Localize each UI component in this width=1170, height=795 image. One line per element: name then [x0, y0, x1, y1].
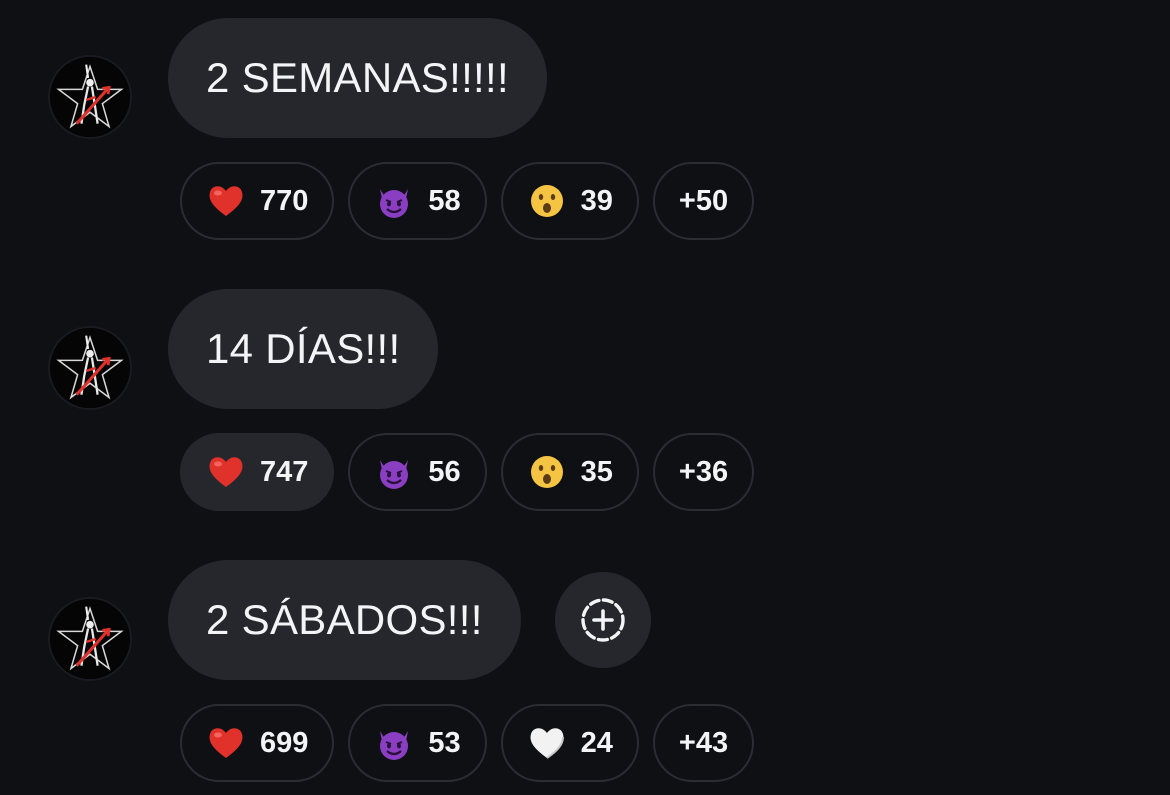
reactions-bar: 770 58 39 +50: [180, 162, 755, 240]
more-reactions-count: +36: [678, 455, 729, 488]
reaction-red-heart[interactable]: 770: [180, 162, 335, 240]
smiling-devil-icon: [380, 189, 409, 218]
red-heart-icon: [209, 186, 243, 216]
reactions-bar: 747 56 35 +36: [180, 433, 755, 511]
message-bubble[interactable]: 14 DÍAS!!!: [168, 289, 439, 409]
message-bubble[interactable]: 2 SEMANAS!!!!!: [168, 18, 547, 138]
red-heart-icon: [209, 728, 243, 758]
reaction-surprised-face[interactable]: 39: [500, 162, 639, 240]
smiling-devil-icon: [380, 460, 409, 489]
add-reaction-icon: [581, 598, 625, 642]
reaction-surprised-face[interactable]: 35: [500, 433, 639, 511]
surprised-face-icon: [530, 456, 563, 488]
message-text: 2 SEMANAS!!!!!: [206, 54, 509, 101]
avatar[interactable]: [48, 326, 132, 410]
more-reactions-button[interactable]: +36: [652, 433, 755, 511]
message-text: 14 DÍAS!!!: [206, 325, 401, 372]
avatar-image: [50, 57, 130, 137]
add-reaction-button[interactable]: [555, 572, 651, 668]
reaction-red-heart[interactable]: 747: [180, 433, 335, 511]
message-bubble[interactable]: 2 SÁBADOS!!!: [168, 560, 521, 680]
smiling-devil-icon: [380, 731, 409, 760]
white-heart-icon: [530, 728, 564, 759]
reaction-count: 58: [428, 184, 461, 217]
reaction-count: 39: [580, 184, 613, 217]
reaction-count: 24: [580, 726, 613, 759]
reaction-count: 699: [260, 726, 309, 759]
surprised-face-icon: [530, 185, 563, 217]
avatar[interactable]: [48, 55, 132, 139]
more-reactions-count: +50: [678, 184, 729, 217]
reaction-count: 53: [428, 726, 461, 759]
message-text: 2 SÁBADOS!!!: [206, 596, 483, 643]
reaction-count: 747: [260, 455, 309, 488]
reaction-red-heart[interactable]: 699: [180, 704, 335, 782]
avatar-image: [50, 328, 130, 408]
avatar[interactable]: [48, 597, 132, 681]
reaction-count: 770: [260, 184, 309, 217]
reaction-count: 56: [428, 455, 461, 488]
more-reactions-count: +43: [678, 726, 729, 759]
reactions-bar: 699 53 24 +43: [180, 704, 755, 782]
more-reactions-button[interactable]: +43: [652, 704, 755, 782]
reaction-white-heart[interactable]: 24: [500, 704, 639, 782]
reaction-count: 35: [580, 455, 613, 488]
reaction-smiling-devil[interactable]: 56: [348, 433, 487, 511]
more-reactions-button[interactable]: +50: [652, 162, 755, 240]
reaction-smiling-devil[interactable]: 58: [348, 162, 487, 240]
avatar-image: [50, 599, 130, 679]
reaction-smiling-devil[interactable]: 53: [348, 704, 487, 782]
red-heart-icon: [209, 457, 243, 487]
